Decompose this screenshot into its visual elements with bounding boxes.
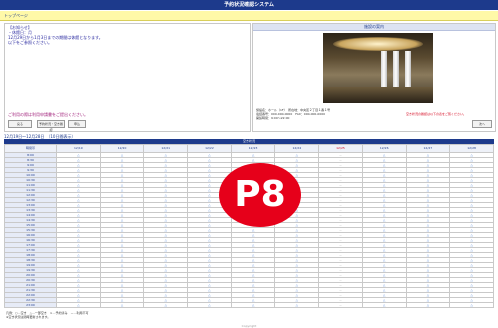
availability-cell[interactable]: △ xyxy=(449,302,494,308)
page: 予約状況確認システム トップページ 【お知らせ】 ・休館日：月 12月29日から… xyxy=(0,0,498,328)
copyright: Copyright xyxy=(241,324,257,328)
page-number-badge: P8 xyxy=(219,163,301,227)
next-button[interactable]: 次へ xyxy=(472,120,492,128)
app-title-bar: 予約状況確認システム xyxy=(0,0,498,10)
availability-cell[interactable]: △ xyxy=(187,302,232,308)
availability-cell[interactable]: △ xyxy=(143,302,189,308)
date-column-header[interactable]: 12/20 xyxy=(99,144,145,153)
application-form-link[interactable]: ご利用の際は利用申請書をご提出ください。 xyxy=(8,112,88,118)
photo-floor xyxy=(323,87,433,103)
time-column-header: 時間帯 xyxy=(4,144,57,153)
date-column-header[interactable]: 12/27 xyxy=(405,144,451,153)
table-row: 23:00 △ △ △ △ △ △ － △ △ △ xyxy=(4,302,494,308)
nav-bar: トップページ xyxy=(0,11,498,21)
apply-button[interactable]: 申込 xyxy=(68,120,86,128)
availability-cell: － xyxy=(318,302,363,308)
notice-panel: 【お知らせ】 ・休館日：月 12月29日から1月3日までの期間は休館となります。… xyxy=(4,23,251,132)
availability-cell[interactable]: △ xyxy=(99,302,145,308)
notice-text: 【お知らせ】 ・休館日：月 12月29日から1月3日までの期間は休館となります。… xyxy=(5,24,250,46)
availability-cell[interactable]: △ xyxy=(274,302,320,308)
notice-line: 以下をご参照ください。 xyxy=(8,40,52,45)
date-column-header[interactable]: 12/28 xyxy=(449,144,494,153)
facility-panel: 施設の案内 施設名：ホール（1F） 所在地：中央区２丁目１番１号 電話番号：00… xyxy=(252,23,496,132)
photo-ceiling-light xyxy=(333,37,423,51)
date-column-header[interactable]: 12/22 xyxy=(187,144,232,153)
legend-line: ※空き状況は随時更新されます。 xyxy=(6,315,51,319)
facility-info: 施設名：ホール（1F） 所在地：中央区２丁目１番１号 電話番号：000-000-… xyxy=(256,108,416,120)
top-page-link[interactable]: トップページ xyxy=(4,12,28,19)
table-header-row: 時間帯 12/19 12/20 12/21 12/22 12/23 12/24 12/25 12… xyxy=(4,144,494,153)
back-button[interactable]: 戻る xyxy=(8,120,32,128)
facility-info-line: 開館時間：9:00〜22:00 xyxy=(256,116,290,120)
availability-cell[interactable]: △ xyxy=(56,302,101,308)
date-column-header[interactable]: 12/19 xyxy=(56,144,101,153)
availability-cell[interactable]: △ xyxy=(361,302,407,308)
legend-notes: 凡例：○…空き △…一部空き ×…予約済み －…利用不可 ※空き状況は随時更新さ… xyxy=(6,311,88,319)
time-slot-label: 23:00 xyxy=(4,302,57,308)
availability-note: 空き状況の確認は以下の表をご覧ください。 xyxy=(405,112,466,116)
date-column-header[interactable]: 12/21 xyxy=(143,144,189,153)
date-column-header[interactable]: 12/25 xyxy=(318,144,363,153)
date-column-header[interactable]: 12/24 xyxy=(274,144,320,153)
availability-grid-section: 12月19日～12月28日 （10日間表示） 空き状況 時間帯 12/19 12/2… xyxy=(4,134,494,320)
availability-cell[interactable]: △ xyxy=(405,302,451,308)
app-title: 予約状況確認システム xyxy=(224,2,274,8)
facility-photo xyxy=(323,33,433,103)
date-column-header[interactable]: 12/26 xyxy=(361,144,407,153)
date-column-header[interactable]: 12/23 xyxy=(230,144,276,153)
facility-panel-title: 施設の案内 xyxy=(253,24,495,31)
availability-button[interactable]: 予約状況・空き確認 xyxy=(37,120,65,132)
availability-cell[interactable]: △ xyxy=(230,302,276,308)
